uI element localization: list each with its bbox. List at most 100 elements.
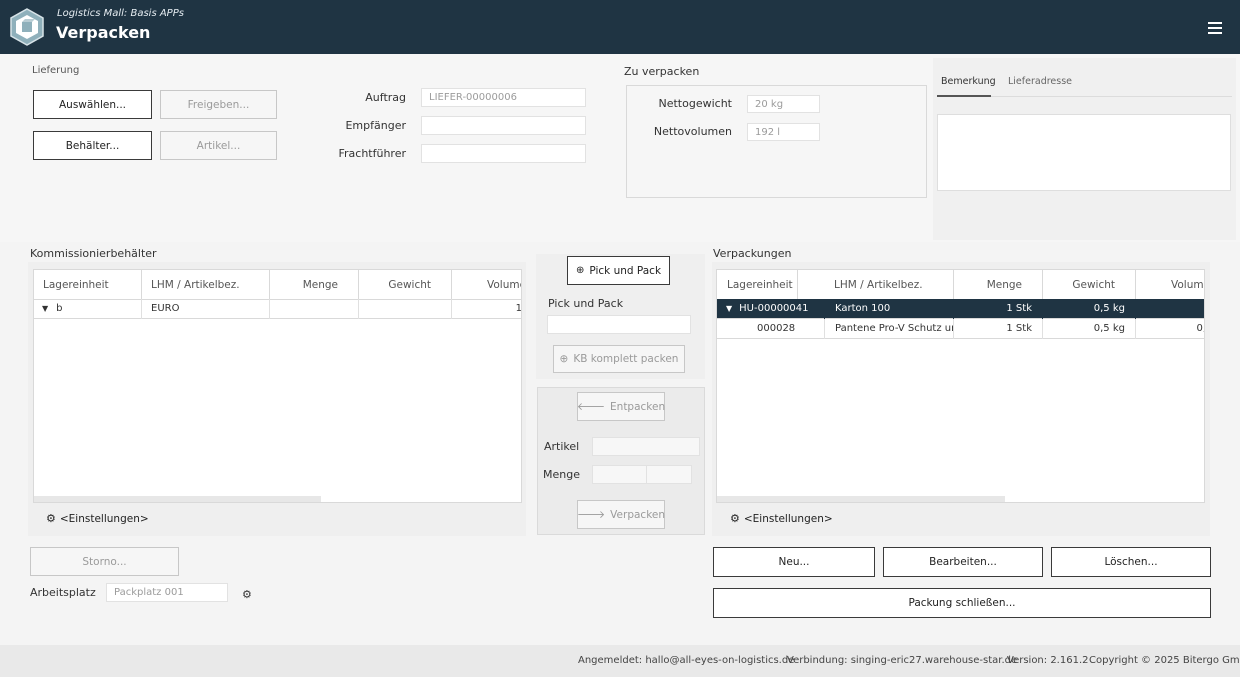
circle-plus-icon: ⊕: [575, 265, 585, 276]
horizontal-scrollbar[interactable]: [717, 496, 1005, 502]
verpackungen-title: Verpackungen: [713, 247, 792, 260]
article-button[interactable]: Artikel...: [160, 131, 277, 160]
column-header[interactable]: Menge: [954, 270, 1043, 300]
status-footer: Angemeldet: hallo@all-eyes-on-logistics.…: [0, 645, 1240, 677]
column-header[interactable]: LHM / Artikelbez.: [142, 270, 270, 300]
expand-triangle-icon[interactable]: ▼: [726, 304, 732, 313]
auftrag-label: Auftrag: [365, 91, 406, 104]
table-cell: [359, 299, 452, 319]
tab-bemerkung[interactable]: Bemerkung: [941, 76, 996, 87]
menge-field[interactable]: [592, 465, 647, 484]
column-header[interactable]: Volumen: [1136, 270, 1204, 300]
kommissionierbehaelter-title: Kommissionierbehälter: [30, 247, 157, 260]
lagereinheit-value: b: [56, 303, 63, 314]
zu-verpacken-title: Zu verpacken: [624, 65, 700, 78]
app-logo-icon: [10, 8, 44, 46]
frachtfuehrer-label: Frachtführer: [338, 147, 406, 160]
table-row[interactable]: ▼ HU-00000041 Karton 100 1 Stk 0,5 kg: [717, 299, 1204, 319]
arrow-left-icon: 🡐: [576, 401, 606, 413]
expand-triangle-icon[interactable]: ▼: [42, 304, 48, 313]
column-header[interactable]: Volumen: [452, 270, 521, 300]
logged-in-user: Angemeldet: hallo@all-eyes-on-logistics.…: [578, 655, 795, 666]
hamburger-menu-icon[interactable]: [1208, 22, 1222, 34]
empfaenger-field[interactable]: [421, 116, 586, 135]
lagereinheit-value: HU-00000041: [739, 303, 809, 314]
verpackungen-table: Lagereinheit LHM / Artikelbez. Menge Gew…: [716, 269, 1205, 503]
table-cell: 0,: [1196, 323, 1204, 334]
table-cell: 0,5 kg: [1043, 299, 1136, 319]
bearbeiten-button[interactable]: Bearbeiten...: [883, 547, 1043, 577]
table-cell: ▼ b: [34, 299, 142, 319]
tab-lieferadresse[interactable]: Lieferadresse: [1008, 76, 1072, 87]
column-header[interactable]: Lagereinheit: [717, 270, 798, 300]
gear-icon: ⚙: [46, 512, 56, 525]
table-cell: 1 Stk: [954, 319, 1043, 339]
kb-komplett-packen-label: KB komplett packen: [573, 353, 679, 365]
table-cell: 1 Stk: [954, 299, 1043, 319]
arbeitsplatz-field[interactable]: Packplatz 001: [106, 583, 228, 602]
select-delivery-button[interactable]: Auswählen...: [33, 90, 152, 119]
table-cell: 000028: [717, 319, 825, 339]
pick-und-pack-input[interactable]: [547, 315, 691, 334]
app-subtitle: Logistics Mall: Basis APPs: [57, 8, 184, 19]
arrow-right-icon: 🡒: [577, 509, 606, 521]
table-cell: ▼ HU-00000041: [717, 299, 825, 319]
table-cell: Karton 100: [825, 299, 954, 319]
table-cell: 0,5 kg: [1043, 319, 1136, 339]
settings-label: <Einstellungen>: [743, 512, 833, 525]
settings-label: <Einstellungen>: [59, 512, 149, 525]
circle-plus-icon: ⊕: [559, 353, 569, 365]
auftrag-field[interactable]: LIEFER-00000006: [421, 88, 586, 107]
table-row[interactable]: ▼ b EURO 1: [34, 299, 521, 319]
pick-und-pack-button-label: Pick und Pack: [589, 264, 662, 277]
kommissionierbehaelter-table: Lagereinheit LHM / Artikelbez. Menge Gew…: [33, 269, 522, 503]
frachtfuehrer-field[interactable]: [421, 144, 586, 163]
storno-button[interactable]: Storno...: [30, 547, 179, 576]
arbeitsplatz-gear-icon[interactable]: ⚙: [242, 588, 252, 601]
nettovolumen-label: Nettovolumen: [653, 125, 732, 138]
pick-und-pack-button[interactable]: ⊕ Pick und Pack: [567, 256, 670, 285]
artikel-label: Artikel: [544, 440, 580, 453]
entpacken-button[interactable]: 🡐 Entpacken: [577, 392, 665, 421]
table-header: Lagereinheit LHM / Artikelbez. Menge Gew…: [717, 270, 1204, 300]
table-cell: [270, 299, 359, 319]
tab-active-indicator: [937, 95, 991, 97]
gear-icon: ⚙: [730, 512, 740, 525]
loeschen-button[interactable]: Löschen...: [1051, 547, 1211, 577]
entpacken-label: Entpacken: [610, 400, 666, 413]
table-cell: EURO: [142, 299, 270, 319]
table-cell: [1136, 299, 1204, 319]
connection-info: Verbindung: singing-eric27.warehouse-sta…: [787, 655, 1018, 666]
page-title: Verpacken: [56, 23, 151, 42]
verpacken-button[interactable]: 🡒 Verpacken: [577, 500, 665, 529]
neu-button[interactable]: Neu...: [713, 547, 875, 577]
table-cell: 1: [515, 303, 522, 314]
copyright-info: Copyright © 2025 Bitergo GmbH: [1089, 655, 1240, 666]
arbeitsplatz-label: Arbeitsplatz: [30, 586, 96, 599]
column-header[interactable]: Menge: [270, 270, 359, 300]
pick-und-pack-label: Pick und Pack: [548, 297, 624, 310]
verpacken-label: Verpacken: [610, 508, 666, 521]
kb-settings-link[interactable]: ⚙ <Einstellungen>: [46, 512, 149, 525]
empfaenger-label: Empfänger: [345, 119, 406, 132]
verpackungen-settings-link[interactable]: ⚙ <Einstellungen>: [730, 512, 833, 525]
app-header: Logistics Mall: Basis APPs Verpacken: [0, 0, 1240, 54]
column-header[interactable]: Gewicht: [1043, 270, 1136, 300]
column-header[interactable]: Gewicht: [359, 270, 452, 300]
kb-komplett-packen-button[interactable]: ⊕ KB komplett packen: [553, 345, 685, 373]
column-header[interactable]: LHM / Artikelbez.: [798, 270, 954, 300]
artikel-field[interactable]: [592, 437, 700, 456]
menge-label: Menge: [543, 468, 580, 481]
table-header: Lagereinheit LHM / Artikelbez. Menge Gew…: [34, 270, 521, 300]
nettogewicht-field: 20 kg: [747, 95, 820, 113]
lieferung-section-label: Lieferung: [32, 65, 80, 76]
container-button[interactable]: Behälter...: [33, 131, 152, 160]
packung-schliessen-button[interactable]: Packung schließen...: [713, 588, 1211, 618]
release-button[interactable]: Freigeben...: [160, 90, 277, 119]
column-header[interactable]: Lagereinheit: [34, 270, 142, 300]
bemerkung-textarea[interactable]: [937, 114, 1231, 191]
menge-unit-field[interactable]: [646, 465, 692, 484]
nettogewicht-label: Nettogewicht: [658, 97, 733, 110]
horizontal-scrollbar[interactable]: [34, 496, 321, 502]
table-row[interactable]: 000028 Pantene Pro-V Schutz und V 1 Stk …: [717, 319, 1204, 339]
